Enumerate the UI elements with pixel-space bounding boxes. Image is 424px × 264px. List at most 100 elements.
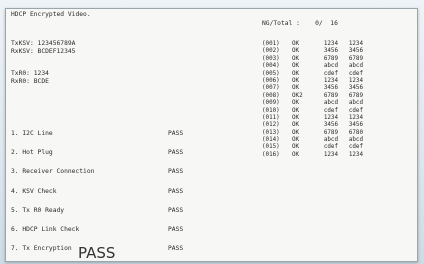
channel-status: OK — [292, 122, 300, 129]
test-result: PASS — [168, 225, 184, 233]
total-count: 16 — [330, 20, 338, 27]
channel-value-b: cdef — [348, 107, 363, 114]
channel-index: (006) — [262, 77, 280, 84]
channel-row: (009) OK abcd abcd — [262, 100, 363, 107]
test-name: 4. KSV Check — [11, 187, 57, 195]
test-result: PASS — [168, 245, 184, 253]
channel-row: (013) OK 6789 6780 — [262, 130, 363, 137]
channel-table: (001) OK 1234 1234 (002) OK 3456 3456 (003) OK 678… — [262, 41, 363, 159]
channel-row: (010) OK cdef cdef — [262, 108, 363, 115]
hdcp-test-screen: HDCP Encrypted Video. NG/Total : 0/ 16 T… — [5, 8, 418, 262]
channel-index: (001) — [262, 41, 280, 47]
channel-status: OK — [292, 41, 300, 47]
channel-status: OK2 — [292, 92, 303, 99]
channel-value-b: 3456 — [348, 48, 363, 55]
channel-value-a: 3456 — [323, 122, 338, 129]
test-result: PASS — [168, 168, 184, 176]
channel-index: (005) — [262, 70, 280, 77]
channel-status: OK — [292, 100, 300, 107]
test-name: 6. HDCP Link Check — [11, 225, 80, 233]
ng-count: 0/ — [315, 20, 323, 27]
channel-value-a: 1234 — [323, 114, 338, 121]
channel-status: OK — [292, 107, 300, 114]
channel-value-a: 6789 — [323, 92, 338, 99]
test-name: 5. Tx R0 Ready — [11, 206, 65, 214]
tx-ksv: TxKSV: 123456789A — [11, 40, 76, 47]
channel-value-b: 1234 — [348, 77, 363, 84]
channel-value-b: 3456 — [348, 85, 363, 92]
channel-index: (011) — [262, 114, 280, 121]
channel-value-a: abcd — [323, 137, 338, 144]
channel-index: (008) — [262, 92, 280, 99]
channel-value-b: 3456 — [348, 122, 363, 129]
channel-row: (002) OK 3456 3456 — [262, 48, 363, 55]
overall-result: PASS — [78, 244, 116, 262]
test-name: 3. Receiver Connection — [11, 168, 95, 176]
channel-row: (014) OK abcd abcd — [262, 137, 363, 144]
channel-value-b: 6780 — [348, 129, 363, 136]
channel-index: (003) — [262, 55, 280, 62]
channel-value-b: 6789 — [348, 55, 363, 62]
channel-row: (001) OK 1234 1234 — [262, 41, 363, 48]
rx-r0: RxR0: BCDE — [11, 78, 49, 85]
channel-value-a: cdef — [323, 70, 338, 77]
channel-row: (006) OK 1234 1234 — [262, 78, 363, 85]
channel-value-a: 1234 — [323, 41, 338, 47]
test-result: PASS — [168, 187, 184, 195]
channel-index: (015) — [262, 144, 280, 151]
channel-value-a: abcd — [323, 63, 338, 70]
ng-total-summary: NG/Total : 0/ 16 — [262, 20, 338, 27]
channel-row: (004) OK abcd abcd — [262, 63, 363, 70]
channel-row: (007) OK 3456 3456 — [262, 85, 363, 92]
channel-status: OK — [292, 63, 300, 70]
channel-status: OK — [292, 70, 300, 77]
channel-value-a: 3456 — [323, 48, 338, 55]
channel-value-a: cdef — [323, 107, 338, 114]
channel-status: OK — [292, 129, 300, 136]
test-name: 7. Tx Encryption — [11, 245, 72, 253]
channel-value-a: 6789 — [323, 55, 338, 62]
test-result: PASS — [168, 130, 184, 137]
test-name: 2. Hot Plug — [11, 149, 53, 157]
channel-status: OK — [292, 77, 300, 84]
rx-ksv: RxKSV: BCDEF12345 — [11, 48, 76, 55]
channel-status: OK — [292, 85, 300, 92]
channel-row: (011) OK 1234 1234 — [262, 115, 363, 122]
channel-row: (003) OK 6789 6789 — [262, 56, 363, 63]
channel-status: OK — [292, 114, 300, 121]
channel-status: OK — [292, 137, 300, 144]
test-name: 1. I2C Line — [11, 130, 53, 137]
test-result: PASS — [168, 206, 184, 214]
channel-value-a: cdef — [323, 144, 338, 151]
channel-value-b: 1234 — [348, 151, 363, 158]
channel-index: (007) — [262, 85, 280, 92]
channel-value-b: 1234 — [348, 114, 363, 121]
channel-value-b: cdef — [348, 144, 363, 151]
channel-value-b: abcd — [348, 63, 363, 70]
channel-row: (005) OK cdef cdef — [262, 71, 363, 78]
channel-row: (012) OK 3456 3456 — [262, 122, 363, 129]
channel-value-b: 1234 — [348, 41, 363, 47]
tx-r0: TxR0: 1234 — [11, 70, 49, 77]
channel-index: (013) — [262, 129, 280, 136]
channel-row: (015) OK cdef cdef — [262, 144, 363, 151]
channel-index: (012) — [262, 122, 280, 129]
channel-index: (009) — [262, 100, 280, 107]
channel-index: (014) — [262, 137, 280, 144]
channel-value-a: 3456 — [323, 85, 338, 92]
channel-status: OK — [292, 151, 300, 158]
channel-value-b: cdef — [348, 70, 363, 77]
channel-row: (016) OK 1234 1234 — [262, 152, 363, 159]
channel-index: (004) — [262, 63, 280, 70]
ng-total-label: NG/Total : — [262, 20, 300, 27]
channel-value-a: 1234 — [323, 151, 338, 158]
channel-value-a: abcd — [323, 100, 338, 107]
channel-value-b: abcd — [348, 100, 363, 107]
channel-row: (008) OK2 6789 6789 — [262, 93, 363, 100]
test-result: PASS — [168, 149, 184, 157]
channel-status: OK — [292, 48, 300, 55]
channel-index: (002) — [262, 48, 280, 55]
channel-value-a: 6789 — [323, 129, 338, 136]
screen-title: HDCP Encrypted Video. — [11, 11, 91, 18]
channel-value-b: abcd — [348, 137, 363, 144]
